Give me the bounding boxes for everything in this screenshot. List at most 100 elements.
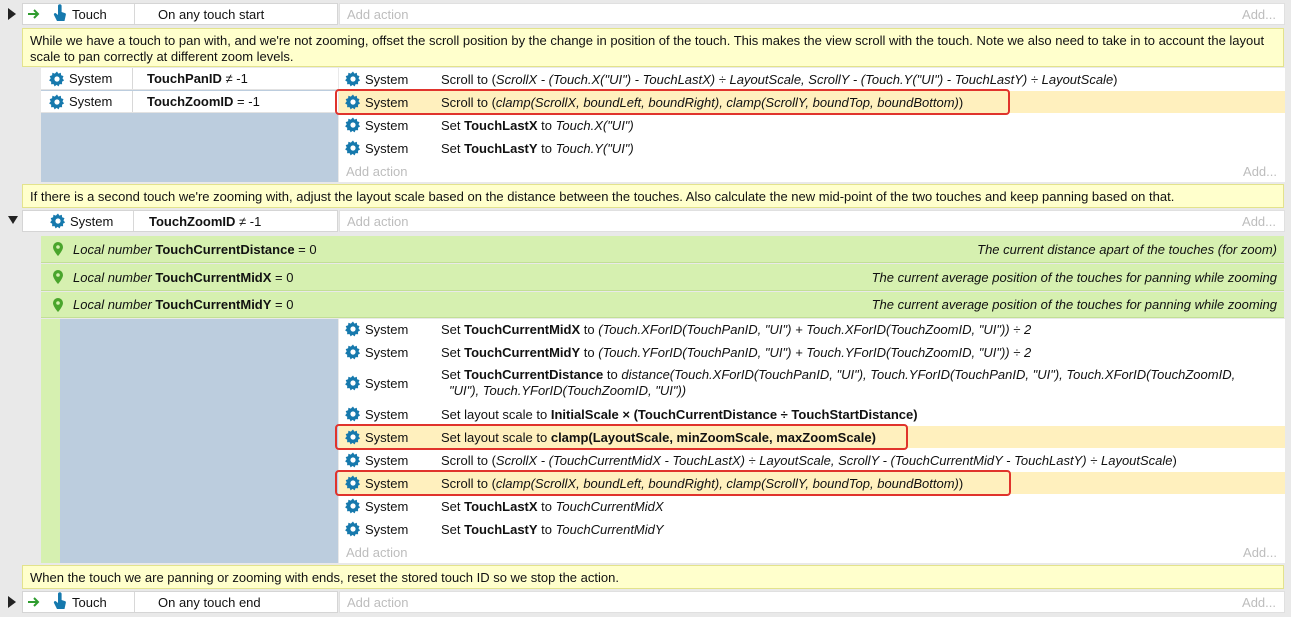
action-text: Set TouchLastX to TouchCurrentMidX (441, 498, 664, 514)
condition-row[interactable]: System TouchZoomID ≠ -1 (22, 210, 338, 232)
add-action-link[interactable]: Add action (340, 214, 408, 229)
add-more-link[interactable]: Add... (1243, 164, 1285, 179)
triangle-right-icon (8, 596, 16, 608)
action-text: Set TouchCurrentMidY to (Touch.YForID(To… (441, 344, 1032, 360)
add-more-link[interactable]: Add... (1242, 7, 1284, 22)
object-name: System (365, 321, 409, 337)
object-name: System (69, 94, 113, 109)
action-text: Set layout scale to clamp(LayoutScale, m… (441, 429, 876, 445)
local-variable-row[interactable]: Local number TouchCurrentMidX = 0 The cu… (41, 264, 1284, 291)
local-variable-row[interactable]: Local number TouchCurrentMidY = 0 The cu… (41, 292, 1284, 318)
gear-icon (345, 521, 361, 537)
variable-comment: The current distance apart of the touche… (977, 241, 1277, 257)
action-text: Scroll to (clamp(ScrollX, boundLeft, bou… (441, 94, 964, 110)
gear-icon (49, 71, 65, 86)
object-name: System (365, 140, 409, 156)
action-row[interactable]: System Set layout scale to InitialScale … (339, 403, 1285, 425)
condition-text: TouchZoomID = -1 (147, 94, 260, 109)
action-row[interactable]: System Set TouchCurrentMidY to (Touch.YF… (339, 341, 1285, 363)
action-row[interactable]: System Set TouchCurrentDistance to dista… (339, 364, 1285, 402)
object-name: System (365, 498, 409, 514)
action-row[interactable]: System Set TouchLastY to TouchCurrentMid… (339, 518, 1285, 540)
gear-icon (345, 117, 361, 133)
action-row[interactable]: System Set TouchLastX to TouchCurrentMid… (339, 495, 1285, 517)
comment-zoom[interactable]: If there is a second touch we're zooming… (22, 184, 1284, 208)
object-name: System (365, 117, 409, 133)
object-name: System (365, 71, 409, 87)
event-touch-start[interactable]: Touch On any touch start (22, 3, 338, 25)
variable-def: Local number TouchCurrentMidX = 0 (73, 269, 294, 285)
object-name: System (365, 406, 409, 422)
add-more-link[interactable]: Add... (1243, 545, 1285, 560)
object-name: System (69, 71, 113, 86)
action-row-highlighted[interactable]: System Set layout scale to clamp(LayoutS… (339, 426, 1285, 448)
add-more-link[interactable]: Add... (1242, 214, 1284, 229)
action-row[interactable]: System Set TouchLastY to Touch.Y("UI") (339, 137, 1285, 159)
condition-row[interactable]: System TouchZoomID = -1 (41, 91, 338, 113)
add-action-link[interactable]: Add action (340, 595, 408, 610)
action-text: Set TouchLastY to Touch.Y("UI") (441, 140, 634, 156)
action-text: Set TouchCurrentDistance to distance(Tou… (441, 367, 1236, 398)
comment-text: When the touch we are panning or zooming… (30, 570, 619, 585)
comment-pan[interactable]: While we have a touch to pan with, and w… (22, 28, 1284, 67)
gear-icon (345, 71, 361, 87)
gear-icon (345, 94, 361, 110)
gear-icon (345, 498, 361, 514)
action-text: Scroll to (ScrollX - (Touch.X("UI") - To… (441, 71, 1118, 87)
variable-comment: The current average position of the touc… (871, 297, 1277, 312)
add-action-link[interactable]: Add action (340, 7, 408, 22)
gear-icon (345, 375, 361, 391)
gear-icon (345, 406, 361, 422)
action-text: Set TouchCurrentMidX to (Touch.XForID(To… (441, 321, 1032, 337)
action-text: Scroll to (ScrollX - (TouchCurrentMidX -… (441, 452, 1177, 468)
object-name: System (365, 429, 409, 445)
event-touch-end[interactable]: Touch On any touch end (22, 591, 338, 613)
collapse-toggle[interactable] (6, 214, 20, 228)
comment-end[interactable]: When the touch we are panning or zooming… (22, 565, 1284, 589)
gear-icon (50, 213, 66, 229)
gear-icon (345, 452, 361, 468)
variable-def: Local number TouchCurrentMidY = 0 (73, 297, 294, 312)
gear-icon (49, 94, 65, 109)
pin-icon (53, 242, 63, 256)
object-name: System (365, 521, 409, 537)
add-action-link[interactable]: Add action (339, 545, 407, 560)
variable-comment: The current average position of the touc… (871, 269, 1277, 285)
expand-toggle[interactable] (6, 6, 20, 22)
local-variable-row[interactable]: Local number TouchCurrentDistance = 0 Th… (41, 236, 1284, 263)
trigger-arrow-icon (23, 7, 45, 22)
add-more-link[interactable]: Add... (1242, 595, 1284, 610)
condition-row[interactable]: System TouchPanID ≠ -1 (41, 68, 338, 90)
trigger-arrow-icon (23, 595, 45, 610)
expand-toggle[interactable] (6, 594, 20, 610)
condition-text: TouchPanID ≠ -1 (147, 71, 248, 86)
action-row[interactable]: System Scroll to (ScrollX - (TouchCurren… (339, 449, 1285, 471)
condition-text: On any touch start (158, 6, 265, 22)
comment-text: If there is a second touch we're zooming… (30, 189, 1175, 204)
action-row-highlighted[interactable]: System Scroll to (clamp(ScrollX, boundLe… (339, 472, 1285, 494)
action-row-highlighted[interactable]: System Scroll to (clamp(ScrollX, boundLe… (339, 91, 1285, 113)
action-text: Set TouchLastX to Touch.X("UI") (441, 117, 634, 133)
gear-icon (345, 321, 361, 337)
action-text: Set TouchLastY to TouchCurrentMidY (441, 521, 664, 537)
add-action-link[interactable]: Add action (339, 164, 407, 179)
comment-text: While we have a touch to pan with, and w… (30, 33, 1265, 64)
object-name: System (365, 452, 409, 468)
object-name: Touch (72, 6, 107, 22)
gear-icon (345, 475, 361, 491)
variable-def: Local number TouchCurrentDistance = 0 (73, 241, 317, 257)
object-name: System (365, 475, 409, 491)
triangle-down-icon (8, 216, 18, 224)
condition-text: TouchZoomID ≠ -1 (149, 213, 262, 229)
gear-icon (345, 140, 361, 156)
touch-hand-icon (53, 4, 69, 24)
action-row[interactable]: System Scroll to (ScrollX - (Touch.X("UI… (339, 68, 1285, 90)
action-row[interactable]: System Set TouchCurrentMidX to (Touch.XF… (339, 318, 1285, 340)
condition-text: On any touch end (158, 594, 261, 610)
touch-hand-icon (53, 592, 69, 612)
pin-icon (53, 297, 63, 312)
pin-icon (53, 270, 63, 284)
object-name: Touch (72, 594, 107, 610)
action-text: Scroll to (clamp(ScrollX, boundLeft, bou… (441, 475, 964, 491)
action-row[interactable]: System Set TouchLastX to Touch.X("UI") (339, 114, 1285, 136)
